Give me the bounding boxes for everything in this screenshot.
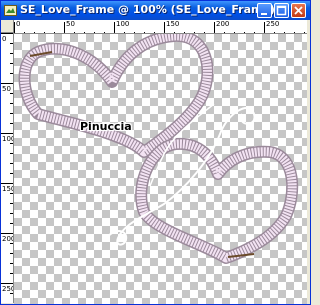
close-icon [294,6,303,15]
minimize-icon [261,13,267,15]
window-title: SE_Love_Frame @ 100% (SE_Love_Frame) [20,3,275,16]
h-ruler-label: 0 [16,20,21,28]
v-ruler-label: 200 [2,235,13,243]
image-window: SE_Love_Frame @ 100% (SE_Love_Frame) 0 5… [0,0,311,305]
canvas-text-label: Pinuccia [80,120,132,133]
h-ruler-label: 50 [66,20,75,28]
vertical-ruler[interactable]: 0 50 100 150 200 250 [1,33,14,303]
h-ruler-label: 100 [116,20,130,28]
h-ruler-label: 200 [216,20,230,28]
maximize-icon [276,5,287,16]
title-bar[interactable]: SE_Love_Frame @ 100% (SE_Love_Frame) [1,1,310,20]
close-button[interactable] [291,3,306,18]
maximize-button[interactable] [274,3,289,18]
vertical-ruler-ticks [1,33,13,294]
ruler-corner [1,20,14,33]
v-ruler-label: 250 [2,285,13,293]
v-ruler-label: 150 [2,185,13,193]
h-ruler-label: 150 [166,20,180,28]
v-ruler-label: 0 [2,35,7,43]
h-ruler-label: 250 [266,20,280,28]
horizontal-ruler-ticks [14,22,305,33]
love-frame-artwork [18,34,299,264]
app-icon[interactable] [4,4,17,17]
v-ruler-label: 100 [2,135,13,143]
image-canvas[interactable]: Pinuccia [14,34,307,304]
horizontal-ruler[interactable]: 0 50 100 150 200 250 [14,20,307,34]
minimize-button[interactable] [257,3,272,18]
v-ruler-label: 50 [2,85,11,93]
